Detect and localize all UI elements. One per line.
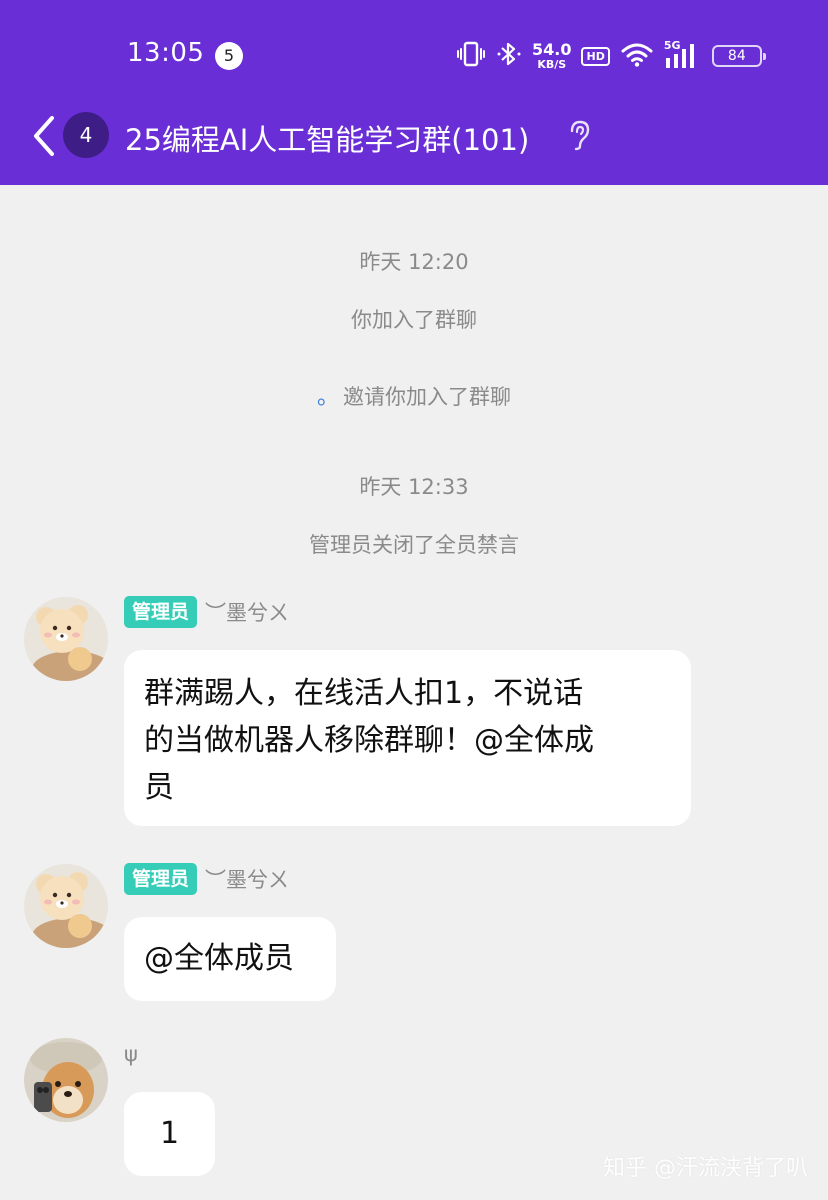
message-text-line: 的当做机器人移除群聊！@全体成 bbox=[144, 723, 594, 758]
system-notice: 管理员关闭了全员禁言 bbox=[309, 533, 519, 557]
cellular-signal-icon: 5G bbox=[664, 40, 702, 72]
system-timestamp: 昨天 12:33 bbox=[359, 475, 469, 499]
bluetooth-icon bbox=[496, 40, 522, 72]
admin-role-badge: 管理员 bbox=[124, 596, 198, 628]
sender-row: 管理员 ︶墨兮ㄨ bbox=[124, 862, 289, 896]
system-notice-text: 邀请你加入了群聊 bbox=[343, 385, 511, 409]
network-speed-unit: KB/S bbox=[537, 58, 567, 71]
watermark: 知乎 @汗流浃背了叭 bbox=[603, 1156, 808, 1181]
title-bar: 4 25编程AI人工智能学习群(101) bbox=[0, 108, 828, 185]
battery-level: 84 bbox=[727, 48, 746, 64]
inviter-name[interactable]: 。 bbox=[317, 385, 339, 410]
chevron-left-icon bbox=[34, 116, 54, 156]
message-item: 管理员 ︶墨兮ㄨ 群满踢人，在线活人扣1，不说话 的当做机器人移除群聊！@全体成… bbox=[0, 595, 828, 826]
vibrate-icon bbox=[456, 40, 486, 72]
sender-name[interactable]: ︶墨兮ㄨ bbox=[205, 597, 289, 627]
wifi-icon bbox=[620, 40, 654, 72]
message-text-line: 1 bbox=[159, 1116, 180, 1151]
battery-indicator: 84 bbox=[711, 45, 766, 67]
chat-title[interactable]: 25编程AI人工智能学习群(101) bbox=[125, 117, 529, 159]
message-text-line: 群满踢人，在线活人扣1，不说话 bbox=[144, 676, 584, 711]
sender-name[interactable]: ︶墨兮ㄨ bbox=[205, 864, 289, 894]
avatar[interactable] bbox=[24, 864, 108, 948]
sender-row: ψ bbox=[124, 1037, 138, 1071]
hd-badge: HD bbox=[581, 46, 610, 66]
back-button[interactable] bbox=[28, 112, 62, 160]
message-item: 管理员 ︶墨兮ㄨ @全体成员 bbox=[0, 862, 828, 1002]
message-text-line: 员 bbox=[144, 770, 174, 805]
unread-count-badge[interactable]: 4 bbox=[63, 112, 109, 158]
system-notice: 。邀请你加入了群聊 bbox=[0, 379, 828, 411]
chat-screen: 13:05 5 54.0 KB/S HD 5G 84 4 25编程AI人工智能学… bbox=[0, 0, 828, 1200]
message-bubble[interactable]: @全体成员 bbox=[124, 917, 336, 1001]
message-text-line: @全体成员 bbox=[144, 941, 294, 976]
ear-icon[interactable] bbox=[566, 118, 592, 152]
system-notice: 你加入了群聊 bbox=[351, 308, 477, 332]
admin-role-badge: 管理员 bbox=[124, 863, 198, 895]
message-bubble[interactable]: 1 bbox=[124, 1092, 215, 1176]
network-speed-value: 54.0 bbox=[532, 40, 572, 59]
status-time: 13:05 bbox=[127, 38, 205, 68]
status-icons: 54.0 KB/S HD 5G 84 bbox=[456, 36, 772, 76]
header: 13:05 5 54.0 KB/S HD 5G 84 4 25编程AI人工智能学… bbox=[0, 0, 828, 185]
network-speed: 54.0 KB/S bbox=[532, 40, 572, 71]
avatar[interactable] bbox=[24, 1038, 108, 1122]
sender-row: 管理员 ︶墨兮ㄨ bbox=[124, 595, 289, 629]
message-bubble[interactable]: 群满踢人，在线活人扣1，不说话 的当做机器人移除群聊！@全体成 员 bbox=[124, 650, 691, 826]
status-bar: 13:05 5 54.0 KB/S HD 5G 84 bbox=[0, 0, 828, 108]
chat-area[interactable]: 昨天 12:20 你加入了群聊 。邀请你加入了群聊 昨天 12:33 管理员关闭… bbox=[0, 185, 828, 1200]
system-timestamp: 昨天 12:20 bbox=[359, 250, 469, 274]
avatar[interactable] bbox=[24, 597, 108, 681]
notification-count-badge: 5 bbox=[215, 42, 243, 70]
sender-name[interactable]: ψ bbox=[124, 1042, 138, 1066]
